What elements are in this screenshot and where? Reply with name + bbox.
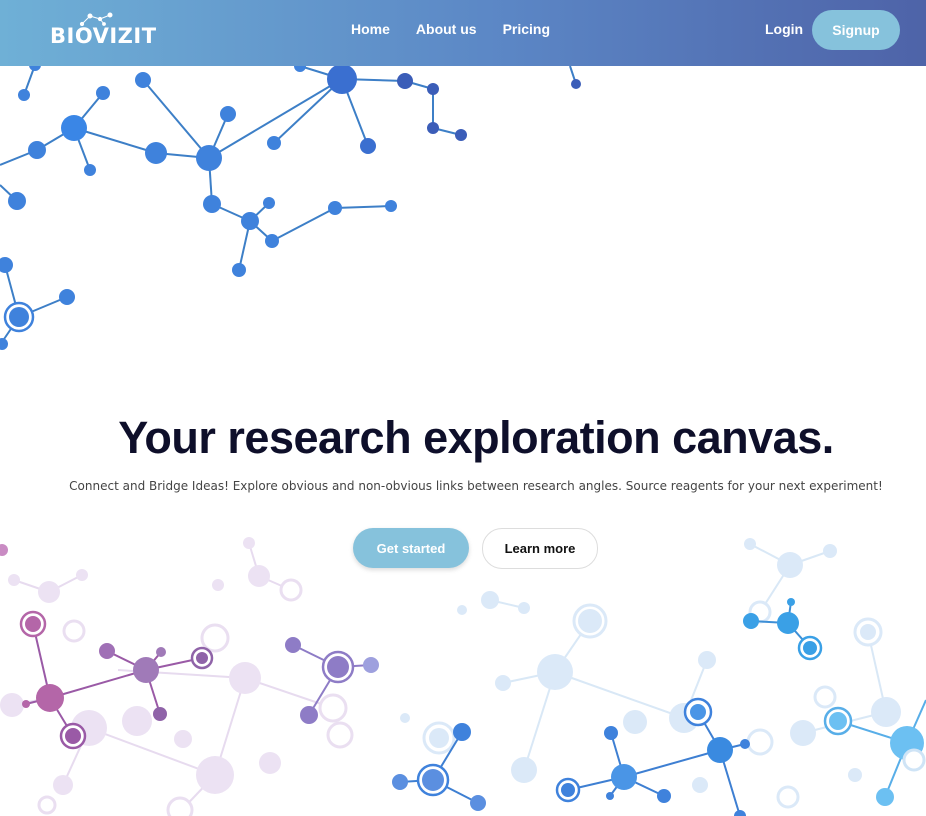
nav-link-about-us[interactable]: About us <box>416 21 477 37</box>
nav-links: Home About us Pricing <box>351 21 550 37</box>
login-link[interactable]: Login <box>765 21 803 37</box>
top-navbar: BIOVIZIT Home About us Pricing Login Sig… <box>0 0 926 66</box>
learn-more-button[interactable]: Learn more <box>482 528 598 569</box>
hero-subtitle: Connect and Bridge Ideas! Explore obviou… <box>69 479 883 493</box>
molecule-network-bottom-illustration <box>0 537 926 816</box>
get-started-button[interactable]: Get started <box>353 528 469 568</box>
nav-link-pricing[interactable]: Pricing <box>503 21 550 37</box>
nav-link-home[interactable]: Home <box>351 21 390 37</box>
biovizit-logo[interactable]: BIOVIZIT <box>50 12 156 52</box>
logo-wordmark: BIOVIZIT <box>50 24 157 48</box>
signup-button[interactable]: Signup <box>812 10 900 50</box>
hero-title: Your research exploration canvas. <box>118 412 834 463</box>
